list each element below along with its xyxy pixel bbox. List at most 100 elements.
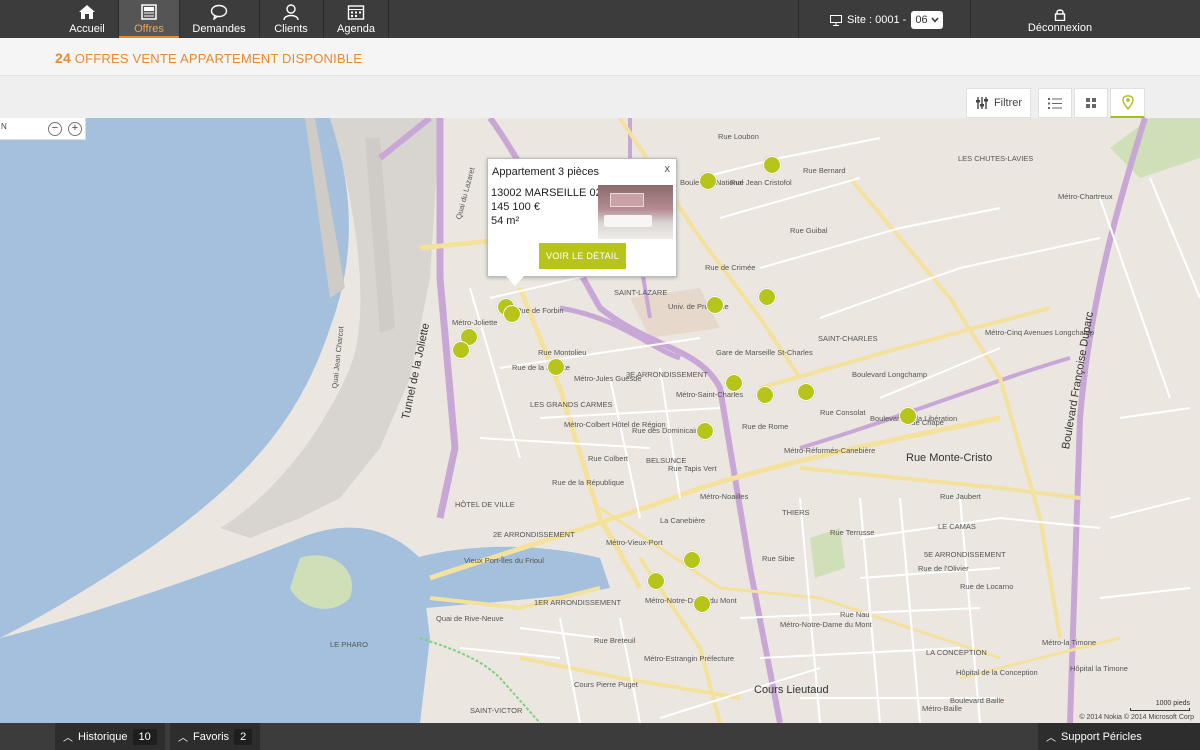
chevron-up-icon: ︿ (178, 733, 188, 744)
map-label: Rue Guibal (790, 226, 828, 235)
title-bar: 24 OFFRES VENTE APPARTEMENT DISPONIBLE (0, 38, 1200, 76)
popup-title: Appartement 3 pièces (492, 166, 600, 178)
map-label: Métro-Cinq Avenues Longchamp (985, 328, 1095, 337)
map-label: THIERS (782, 508, 810, 517)
historique-button[interactable]: ︿ Historique 10 (55, 723, 165, 750)
site-dropdown[interactable]: 06 (911, 11, 943, 29)
map-copyright: © 2014 Nokia © 2014 Microsoft Corp (1079, 714, 1194, 721)
map-marker[interactable] (797, 383, 815, 401)
chevron-up-icon: ︿ (63, 733, 73, 744)
map-label: Gare de Marseille St-Charles (716, 348, 813, 357)
close-icon[interactable]: x (665, 163, 671, 175)
map-view-icon (1121, 95, 1134, 110)
map-label: LE PHARO (330, 640, 368, 649)
map-marker[interactable] (756, 386, 774, 404)
map-label: Rue Montolieu (538, 348, 587, 357)
map-label: Métro-Noailles (700, 492, 749, 501)
map-label: Rue de la République (552, 478, 625, 487)
map-marker[interactable] (647, 572, 665, 590)
nav-clients[interactable]: Clients (261, 0, 321, 38)
map-marker[interactable] (763, 156, 781, 174)
list-view-button[interactable] (1038, 88, 1072, 118)
grid-view-icon (1086, 98, 1096, 108)
nav-offres-label: Offres (134, 23, 164, 35)
map-label: LA CONCEPTION (926, 648, 987, 657)
offer-title: OFFRES VENTE APPARTEMENT DISPONIBLE (74, 51, 363, 66)
nav-accueil[interactable]: Accueil (57, 0, 117, 38)
map-label: HÔTEL DE VILLE (455, 500, 515, 509)
zoom-in-button[interactable]: + (68, 122, 82, 136)
map-label: Métro-Vieux-Port (606, 538, 663, 547)
map-marker[interactable] (758, 288, 776, 306)
support-button[interactable]: ︿ Support Péricles (1038, 723, 1200, 750)
historique-label: Historique (78, 730, 128, 743)
page-title: 24 OFFRES VENTE APPARTEMENT DISPONIBLE (55, 50, 362, 66)
filter-button[interactable]: Filtrer (966, 88, 1031, 118)
map-label: Métro-Réformés-Canebière (784, 446, 876, 455)
site-label: Site : 0001 - (847, 14, 907, 26)
map-label: Rue Terrusse (830, 528, 875, 537)
map-label: SAINT-LAZARE (614, 288, 668, 297)
compass-icon[interactable]: N (1, 122, 7, 131)
map-label: Vieux Port-Îles du Frioul (464, 556, 544, 565)
map-marker[interactable] (899, 407, 917, 425)
map-label: Métro-Estrangin Préfecture (644, 654, 735, 663)
favoris-button[interactable]: ︿ Favoris 2 (170, 723, 261, 750)
grid-view-button[interactable] (1074, 88, 1108, 118)
filter-sliders-icon (975, 97, 988, 109)
map-marker[interactable] (696, 422, 714, 440)
calendar-icon (347, 5, 365, 20)
nav-agenda[interactable]: Agenda (326, 0, 386, 38)
map-marker[interactable] (503, 305, 521, 323)
map-marker[interactable] (547, 358, 565, 376)
map-marker[interactable] (693, 595, 711, 613)
view-toolbar: Filtrer (0, 76, 1200, 118)
offer-thumbnail[interactable] (598, 185, 673, 239)
map-label: 2E ARRONDISSEMENT (493, 530, 575, 539)
map-marker[interactable] (699, 172, 717, 190)
map-label: Rue de Rome (742, 422, 789, 431)
map-label: Rue Nau (840, 610, 870, 619)
map-label: Métro-Notre-Dame du Mont (645, 596, 737, 605)
top-navigation: Accueil Offres Demandes Clients Agenda S… (0, 0, 1200, 38)
map-label: La Canebière (660, 516, 706, 525)
map-label: Rue de Crimée (705, 263, 756, 272)
zoom-out-button[interactable]: − (48, 122, 62, 136)
popup-info: 13002 MARSEILLE 02 145 100 € 54 m² (491, 186, 602, 228)
map-marker[interactable] (452, 341, 470, 359)
nav-accueil-label: Accueil (69, 23, 105, 35)
logout-button[interactable]: Déconnexion (1010, 0, 1110, 38)
map-label: Hôpital de la Conception (956, 668, 1038, 677)
map-label: Métro-Notre-Dame du Mont (780, 620, 872, 629)
map-label: Métro-Joliette (452, 318, 498, 327)
historique-count: 10 (132, 728, 157, 745)
map-label: Cours Pierre Puget (574, 680, 638, 689)
nav-offres[interactable]: Offres (119, 0, 179, 38)
popup-city: 13002 MARSEILLE 02 (491, 187, 602, 199)
map-label: 5E ARRONDISSEMENT (924, 550, 1006, 559)
map-label: Rue de l'Olivier (918, 564, 969, 573)
popup-area: 54 m² (491, 215, 520, 227)
logout-label: Déconnexion (1027, 22, 1093, 34)
nav-demandes[interactable]: Demandes (189, 0, 249, 38)
map-label: SAINT-CHARLES (818, 334, 878, 343)
map-scale-bar (1130, 708, 1190, 711)
site-value: 06 (915, 14, 928, 26)
map-label: Rue Tapis Vert (668, 464, 717, 473)
map-marker[interactable] (706, 296, 724, 314)
map-view[interactable]: Rue Loubon Rue Bernard Rue Jean Cristofo… (0, 118, 1200, 723)
map-label: SAINT-VICTOR (470, 706, 523, 715)
map-view-button[interactable] (1110, 88, 1145, 118)
map-marker[interactable] (683, 551, 701, 569)
support-label: Support Péricles (1061, 730, 1142, 743)
map-label: LES CHUTES-LAVIES (958, 154, 1034, 163)
offer-count: 24 (55, 50, 71, 66)
map-label: Quai de Rive-Neuve (436, 614, 504, 623)
view-detail-button[interactable]: VOIR LE DÉTAIL (539, 243, 626, 269)
map-marker[interactable] (725, 374, 743, 392)
map-label: 1ER ARRONDISSEMENT (534, 598, 622, 607)
map-label: Hôpital la Timone (1070, 664, 1128, 673)
monitor-icon (830, 14, 842, 26)
map-label: Rue Sibie (762, 554, 795, 563)
nav-demandes-label: Demandes (192, 23, 246, 35)
